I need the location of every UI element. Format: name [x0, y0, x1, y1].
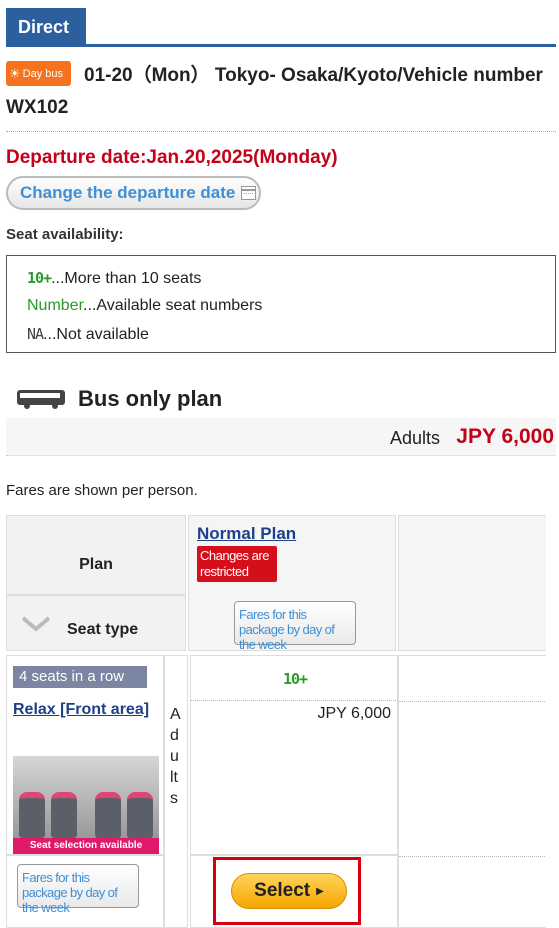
day-bus-badge: ☀ Day bus [6, 61, 71, 86]
seat-photo: Seat selection available [13, 756, 159, 854]
select-highlight: Select ▶ [213, 857, 361, 925]
fares-by-day-button[interactable]: Fares for this package by day of the wee… [234, 601, 356, 652]
fares-by-day-button[interactable]: Fares for this package by day of the wee… [17, 864, 139, 915]
price-value: JPY 6,000 [456, 425, 554, 448]
legend-item: Number...Available seat numbers [27, 297, 262, 315]
legend-text: ...More than 10 seats [51, 270, 202, 287]
change-departure-date-label: Change the departure date [20, 183, 236, 202]
seat-availability-label: Seat availability: [6, 226, 124, 243]
fare-value: JPY 6,000 [317, 705, 391, 722]
seat-type-header-cell[interactable]: Seat type [6, 595, 186, 651]
arrow-right-icon: ▶ [316, 885, 324, 897]
legend-item: 10+...More than 10 seats [27, 269, 201, 288]
passenger-type-cell: Adults [164, 655, 188, 928]
passenger-type: Adults [170, 706, 181, 807]
select-cell: Select ▶ [190, 855, 398, 928]
day-bus-label: Day bus [22, 67, 64, 80]
price-label: Adults [389, 428, 440, 448]
legend-text: ...Available seat numbers [83, 297, 263, 314]
departure-date: Departure date:Jan.20,2025(Monday) [6, 147, 338, 168]
plan-header: Plan [79, 556, 113, 573]
normal-plan-link[interactable]: Normal Plan [197, 524, 296, 544]
trip-title: 01-20（Mon） Tokyo- Osaka/Kyoto/Vehicle nu… [6, 65, 543, 118]
tab-underline [6, 44, 556, 47]
legend-mark-10plus: 10+ [27, 269, 52, 287]
tab-direct[interactable]: Direct [6, 8, 86, 45]
bus-icon [17, 390, 65, 409]
change-departure-date-button[interactable]: Change the departure date [6, 176, 261, 210]
legend-text: ...Not available [43, 326, 149, 343]
seat-info-cell: 4 seats in a row Relax [Front area] Seat… [6, 655, 164, 855]
fare-cell: JPY 6,000 [190, 701, 398, 855]
fare-table: Plan Seat type Normal Plan Changes are r… [6, 515, 546, 928]
fares-note: Fares are shown per person. [6, 482, 198, 499]
availability-legend: 10+...More than 10 seats Number...Availa… [6, 255, 556, 353]
seat-type-link[interactable]: Relax [Front area] [13, 694, 153, 725]
availability-mark: 10+ [283, 670, 308, 688]
select-label: Select [254, 880, 311, 901]
seat-photo-caption: Seat selection available [13, 838, 159, 854]
seat-fares-cell: Fares for this package by day of the wee… [6, 855, 164, 928]
chevron-down-icon[interactable] [21, 616, 51, 632]
availability-cell: 10+ [190, 655, 398, 701]
plan-price-bar: Adults JPY 6,000 [6, 418, 556, 456]
changes-restricted-badge: Changes are restricted [197, 546, 277, 582]
select-button[interactable]: Select ▶ [231, 873, 347, 909]
sun-icon: ☀ [9, 65, 21, 81]
empty-body-cell [398, 655, 546, 928]
legend-mark-number: Number [27, 297, 84, 314]
legend-item: NA...Not available [27, 325, 149, 344]
plan-header-cell: Plan [6, 515, 186, 595]
seat-row-badge: 4 seats in a row [13, 666, 147, 688]
calendar-icon [241, 186, 257, 200]
empty-header-cell [398, 515, 546, 651]
plan-title: Bus only plan [78, 386, 223, 411]
seat-type-header: Seat type [67, 621, 139, 638]
normal-plan-header-cell: Normal Plan Changes are restricted Fares… [188, 515, 396, 652]
divider [6, 131, 556, 132]
legend-mark-na: NA [27, 325, 44, 343]
